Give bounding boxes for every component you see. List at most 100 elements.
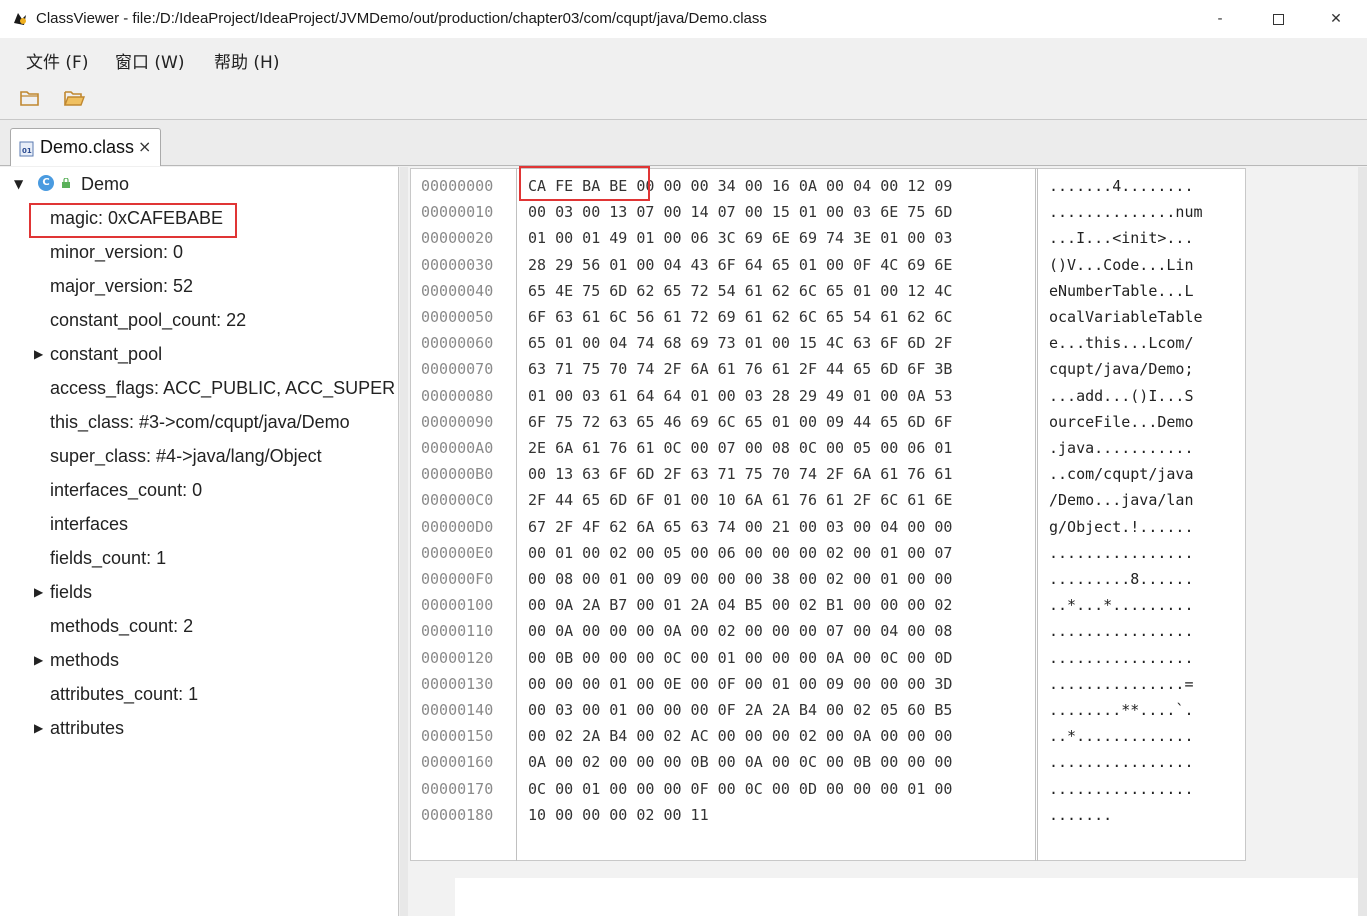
- hex-offset: 00000050: [421, 308, 494, 326]
- tree-item-interfaces-count[interactable]: interfaces_count: 0: [50, 476, 202, 504]
- hex-ascii-row[interactable]: g/Object.!......: [1049, 518, 1194, 536]
- tab-demo-class[interactable]: 01 Demo.class ×: [10, 128, 161, 166]
- hex-bytes-row[interactable]: 00 01 00 02 00 05 00 06 00 00 00 02 00 0…: [528, 544, 952, 562]
- hex-ascii-row[interactable]: ..*.............: [1049, 727, 1194, 745]
- expand-constant-pool-icon[interactable]: ▶: [34, 340, 43, 368]
- tree-item-fields[interactable]: fields: [50, 578, 92, 606]
- hex-bytes-row[interactable]: 65 4E 75 6D 62 65 72 54 61 62 6C 65 01 0…: [528, 282, 952, 300]
- root-collapse-icon[interactable]: ▼: [14, 170, 23, 198]
- maximize-button[interactable]: [1250, 0, 1306, 38]
- hex-offset: 00000060: [421, 334, 494, 352]
- hex-offset: 00000090: [421, 413, 494, 431]
- hex-ascii-row[interactable]: ()V...Code...Lin: [1049, 256, 1194, 274]
- hex-bytes-row[interactable]: 65 01 00 04 74 68 69 73 01 00 15 4C 63 6…: [528, 334, 952, 352]
- hex-bytes-row[interactable]: 00 03 00 01 00 00 00 0F 2A 2A B4 00 02 0…: [528, 701, 952, 719]
- split-pane-divider[interactable]: [400, 167, 408, 916]
- hex-ascii-row[interactable]: ..com/cqupt/java: [1049, 465, 1194, 483]
- tree-item-attributes[interactable]: attributes: [50, 714, 124, 742]
- tree-item-attributes-count[interactable]: attributes_count: 1: [50, 680, 198, 708]
- tree-item-fields-count[interactable]: fields_count: 1: [50, 544, 166, 572]
- hex-ascii-row[interactable]: ................: [1049, 780, 1194, 798]
- expand-methods-icon[interactable]: ▶: [34, 646, 43, 674]
- hex-ascii-row[interactable]: ...I...<init>...: [1049, 229, 1194, 247]
- hex-offset: 00000130: [421, 675, 494, 693]
- hex-bytes-row[interactable]: 01 00 01 49 01 00 06 3C 69 6E 69 74 3E 0…: [528, 229, 952, 247]
- menu-file[interactable]: 文件 (F): [26, 48, 88, 73]
- minimize-button[interactable]: ‐: [1192, 0, 1248, 38]
- tab-close-icon[interactable]: ×: [138, 137, 151, 156]
- hex-ascii-row[interactable]: /Demo...java/lan: [1049, 491, 1194, 509]
- hex-bytes-row[interactable]: 00 00 00 01 00 0E 00 0F 00 01 00 09 00 0…: [528, 675, 952, 693]
- tree-item-major-version[interactable]: major_version: 52: [50, 272, 193, 300]
- hex-bytes-row[interactable]: 00 02 2A B4 00 02 AC 00 00 00 02 00 0A 0…: [528, 727, 952, 745]
- folder-icon[interactable]: [18, 87, 42, 109]
- tree-item-this-class[interactable]: this_class: #3->com/cqupt/java/Demo: [50, 408, 350, 436]
- hex-ascii-row[interactable]: ................: [1049, 544, 1194, 562]
- menu-help[interactable]: 帮助 (H): [214, 48, 279, 73]
- maximize-icon: [1272, 13, 1284, 25]
- hex-offset: 00000030: [421, 256, 494, 274]
- hex-offset: 00000080: [421, 387, 494, 405]
- right-scroll-edge[interactable]: [1358, 167, 1367, 916]
- tree-item-constant-pool[interactable]: constant_pool: [50, 340, 162, 368]
- menu-window[interactable]: 窗口 (W): [115, 48, 184, 73]
- class-file-icon: 01: [19, 141, 34, 157]
- hex-bytes-row[interactable]: 00 0A 00 00 00 0A 00 02 00 00 00 07 00 0…: [528, 622, 952, 640]
- hex-offset: 000000E0: [421, 544, 494, 562]
- hex-ascii-row[interactable]: ..............num: [1049, 203, 1203, 221]
- hex-bytes-row[interactable]: 01 00 03 61 64 64 01 00 03 28 29 49 01 0…: [528, 387, 952, 405]
- tree-root-demo[interactable]: Demo: [81, 170, 129, 198]
- offset-column-separator: [516, 168, 517, 861]
- hex-bytes-row[interactable]: 00 0B 00 00 00 0C 00 01 00 00 00 0A 00 0…: [528, 649, 952, 667]
- hex-bytes-row[interactable]: 63 71 75 70 74 2F 6A 61 76 61 2F 44 65 6…: [528, 360, 952, 378]
- hex-bytes-row[interactable]: 2F 44 65 6D 6F 01 00 10 6A 61 76 61 2F 6…: [528, 491, 952, 509]
- hex-bytes-row[interactable]: 0C 00 01 00 00 00 0F 00 0C 00 0D 00 00 0…: [528, 780, 952, 798]
- tree-item-methods-count[interactable]: methods_count: 2: [50, 612, 193, 640]
- hex-bytes-row[interactable]: 2E 6A 61 76 61 0C 00 07 00 08 0C 00 05 0…: [528, 439, 952, 457]
- tree-item-super-class[interactable]: super_class: #4->java/lang/Object: [50, 442, 322, 470]
- hex-bytes-row[interactable]: 10 00 00 00 02 00 11: [528, 806, 709, 824]
- hex-ascii-row[interactable]: ................: [1049, 753, 1194, 771]
- hex-bytes-row[interactable]: 00 03 00 13 07 00 14 07 00 15 01 00 03 6…: [528, 203, 952, 221]
- hex-ascii-row[interactable]: ................: [1049, 622, 1194, 640]
- tree-item-interfaces[interactable]: interfaces: [50, 510, 128, 538]
- hex-ascii-row[interactable]: ...............=: [1049, 675, 1194, 693]
- hex-bytes-row[interactable]: 00 0A 2A B7 00 01 2A 04 B5 00 02 B1 00 0…: [528, 596, 952, 614]
- hex-bytes-row[interactable]: 0A 00 02 00 00 00 0B 00 0A 00 0C 00 0B 0…: [528, 753, 952, 771]
- hex-offset: 00000150: [421, 727, 494, 745]
- tree-item-constant-pool-count[interactable]: constant_pool_count: 22: [50, 306, 246, 334]
- hex-ascii-row[interactable]: .......: [1049, 806, 1112, 824]
- hex-ascii-row[interactable]: .java...........: [1049, 439, 1194, 457]
- expand-attributes-icon[interactable]: ▶: [34, 714, 43, 742]
- hex-ascii-row[interactable]: cqupt/java/Demo;: [1049, 360, 1194, 378]
- tree-item-minor-version[interactable]: minor_version: 0: [50, 238, 183, 266]
- hex-bytes-row[interactable]: 28 29 56 01 00 04 43 6F 64 65 01 00 0F 4…: [528, 256, 952, 274]
- hex-bytes-row[interactable]: 6F 63 61 6C 56 61 72 69 61 62 6C 65 54 6…: [528, 308, 952, 326]
- hex-bytes-row[interactable]: 6F 75 72 63 65 46 69 6C 65 01 00 09 44 6…: [528, 413, 952, 431]
- hex-ascii-row[interactable]: ........**....`.: [1049, 701, 1194, 719]
- close-window-button[interactable]: ✕: [1308, 0, 1364, 38]
- hex-ascii-row[interactable]: ................: [1049, 649, 1194, 667]
- hex-bytes-row[interactable]: 00 08 00 01 00 09 00 00 00 38 00 02 00 0…: [528, 570, 952, 588]
- hex-ascii-row[interactable]: ocalVariableTable: [1049, 308, 1203, 326]
- open-folder-icon[interactable]: [62, 87, 86, 109]
- hex-offset: 00000110: [421, 622, 494, 640]
- tree-item-access-flags[interactable]: access_flags: ACC_PUBLIC, ACC_SUPER: [50, 374, 395, 402]
- tree-item-methods[interactable]: methods: [50, 646, 119, 674]
- hex-ascii-row[interactable]: ..*...*.........: [1049, 596, 1194, 614]
- hex-ascii-row[interactable]: ...add...()I...S: [1049, 387, 1194, 405]
- hex-ascii-row[interactable]: .......4........: [1049, 177, 1194, 195]
- hex-offset: 00000170: [421, 780, 494, 798]
- expand-fields-icon[interactable]: ▶: [34, 578, 43, 606]
- hex-ascii-row[interactable]: .........8......: [1049, 570, 1194, 588]
- hex-ascii-row[interactable]: ourceFile...Demo: [1049, 413, 1194, 431]
- hex-offset: 000000B0: [421, 465, 494, 483]
- hex-bytes-row[interactable]: 67 2F 4F 62 6A 65 63 74 00 21 00 03 00 0…: [528, 518, 952, 536]
- svg-text:01: 01: [22, 147, 32, 155]
- hex-offset: 00000040: [421, 282, 494, 300]
- hex-ascii-row[interactable]: e...this...Lcom/: [1049, 334, 1194, 352]
- hex-offset: 000000A0: [421, 439, 494, 457]
- hex-ascii-row[interactable]: eNumberTable...L: [1049, 282, 1194, 300]
- magic-highlight-box: [29, 203, 237, 238]
- hex-bytes-row[interactable]: 00 13 63 6F 6D 2F 63 71 75 70 74 2F 6A 6…: [528, 465, 952, 483]
